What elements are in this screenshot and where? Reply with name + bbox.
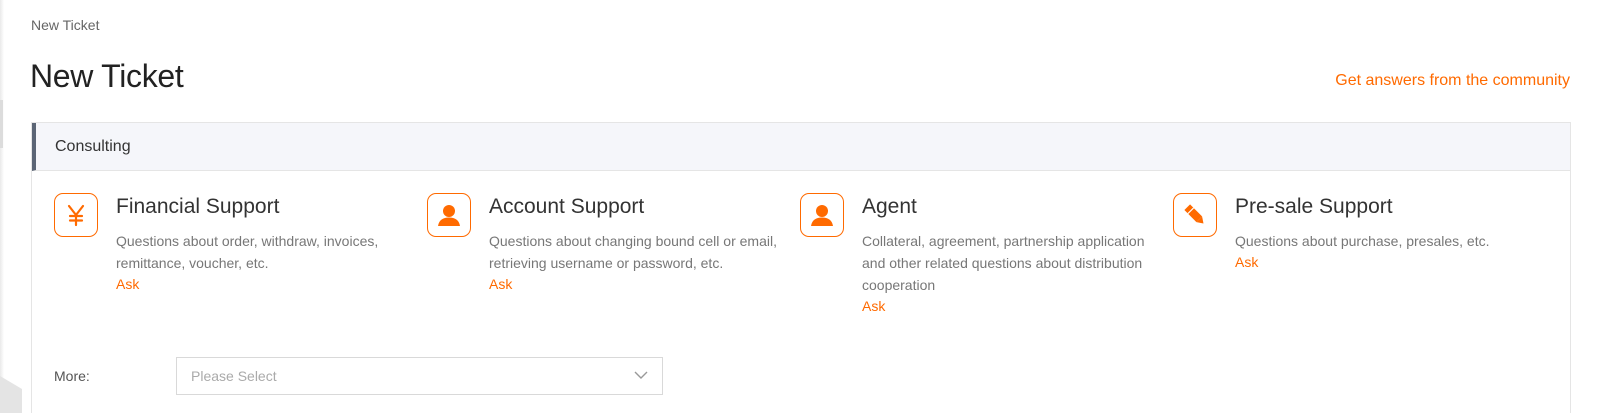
ask-link[interactable]: Ask <box>862 296 885 316</box>
chevron-down-icon <box>634 367 648 385</box>
card-description: Questions about purchase, presales, etc. <box>1235 233 1490 249</box>
more-label: More: <box>54 368 90 384</box>
ask-link[interactable]: Ask <box>1235 252 1258 272</box>
card-description: Questions about order, withdraw, invoice… <box>116 233 379 271</box>
card-title: Account Support <box>489 195 645 218</box>
user-icon <box>800 193 844 237</box>
page-title: New Ticket <box>30 58 184 94</box>
card-agent: Agent Collateral, agreement, partnership… <box>778 171 1151 316</box>
card-description: Questions about changing bound cell or e… <box>489 233 777 271</box>
ask-link[interactable]: Ask <box>489 274 512 294</box>
yen-icon <box>54 193 98 237</box>
left-edge-handle[interactable] <box>0 100 3 148</box>
card-title: Pre-sale Support <box>1235 195 1393 218</box>
card-title: Financial Support <box>116 195 280 218</box>
support-cards: Financial Support Questions about order,… <box>32 171 1570 316</box>
user-icon <box>427 193 471 237</box>
collapse-tab[interactable] <box>0 376 22 413</box>
more-row: More: Please Select <box>54 357 663 395</box>
page: New Ticket New Ticket Get answers from t… <box>0 0 1600 413</box>
consulting-panel: Consulting Financial Support Questions a… <box>31 122 1571 413</box>
breadcrumb: New Ticket <box>31 17 100 33</box>
card-description: Collateral, agreement, partnership appli… <box>862 233 1145 293</box>
section-header: Consulting <box>32 123 1570 171</box>
card-pre-sale-support: Pre-sale Support Questions about purchas… <box>1151 171 1524 316</box>
card-account-support: Account Support Questions about changing… <box>405 171 778 316</box>
pencil-icon <box>1173 193 1217 237</box>
community-link[interactable]: Get answers from the community <box>1335 72 1570 90</box>
more-select[interactable]: Please Select <box>176 357 663 395</box>
left-edge-shadow <box>0 0 4 413</box>
card-title: Agent <box>862 195 917 218</box>
ask-link[interactable]: Ask <box>116 274 139 294</box>
select-placeholder: Please Select <box>191 368 277 384</box>
card-financial-support: Financial Support Questions about order,… <box>32 171 405 316</box>
